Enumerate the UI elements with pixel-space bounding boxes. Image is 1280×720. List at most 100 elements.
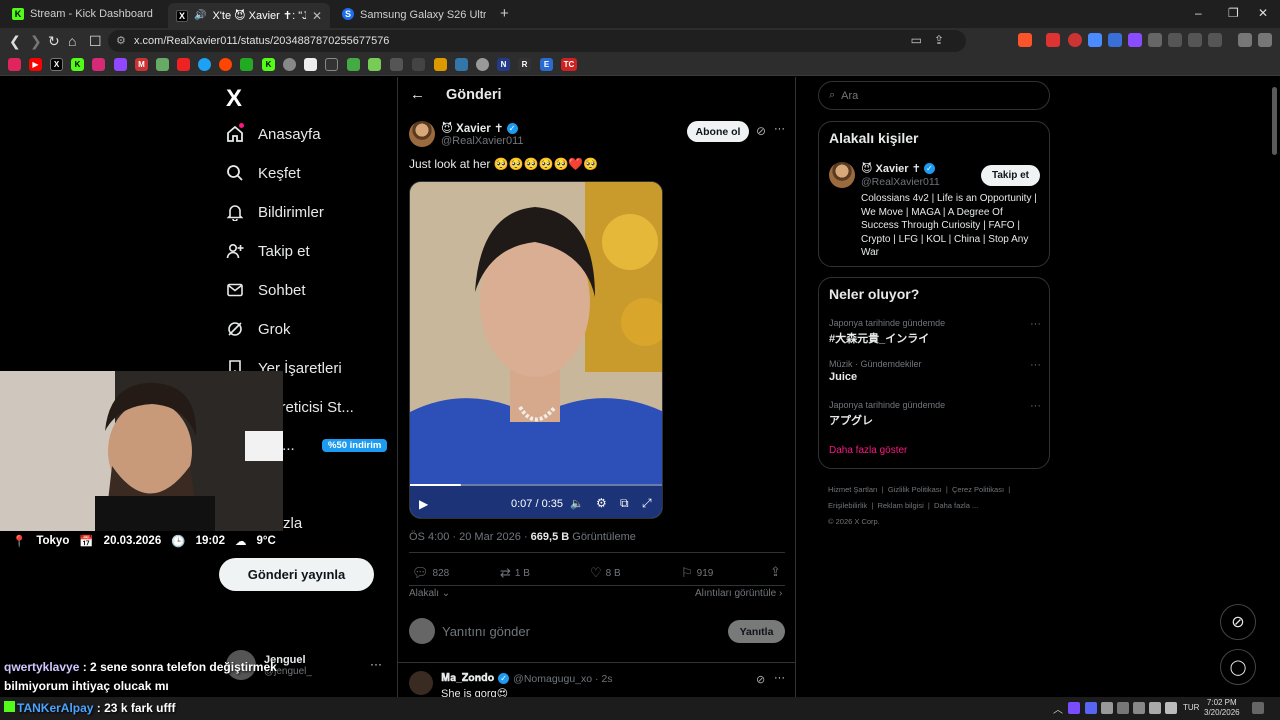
reply-button[interactable]: Yanıtla: [728, 620, 785, 643]
share-icon[interactable]: ⇪: [934, 33, 944, 47]
twitch-icon[interactable]: [114, 58, 127, 71]
gmail-icon[interactable]: M: [135, 58, 148, 71]
bookmark-icon[interactable]: R: [518, 58, 531, 71]
like-action[interactable]: ♡ 8 B: [590, 565, 621, 581]
bookmark-icon[interactable]: [434, 58, 447, 71]
bookmark-icon[interactable]: [476, 58, 489, 71]
reply-author-row[interactable]: 𝐌𝐚_𝐙𝐨𝐧𝐝𝐨 ✓ @Nomagugu_xo · 2s: [441, 672, 613, 685]
fullscreen-icon[interactable]: ⤢: [642, 496, 652, 511]
bookmark-icon[interactable]: E: [540, 58, 553, 71]
search-box[interactable]: ⌕ Ara: [818, 81, 1050, 110]
bookmark-icon[interactable]: [455, 58, 468, 71]
tab-x-post[interactable]: X 🔊 X'te 😈 Xavier ✝: "Just look at ✕: [168, 3, 330, 28]
bookmark-icon[interactable]: [240, 58, 253, 71]
bookmark-icon[interactable]: [283, 58, 296, 71]
bookmark-icon[interactable]: [156, 58, 169, 71]
notification-center-icon[interactable]: [1252, 702, 1264, 714]
bookmark-page-icon[interactable]: ☐: [89, 33, 102, 50]
kick-icon[interactable]: K: [262, 58, 275, 71]
bookmark-icon[interactable]: [412, 58, 425, 71]
download-icon[interactable]: [1208, 33, 1222, 47]
play-icon[interactable]: ▶: [419, 497, 428, 511]
close-icon[interactable]: ✕: [312, 9, 322, 23]
x-icon[interactable]: X: [50, 58, 63, 71]
volume-icon[interactable]: 🔈: [570, 497, 584, 510]
grok-float-button[interactable]: ⊘: [1220, 604, 1256, 640]
youtube-icon[interactable]: ▶: [29, 58, 42, 71]
trend-item[interactable]: Japonya tarihinde gündemde #大森元貴_インライ ··…: [829, 318, 1041, 346]
forward-icon[interactable]: ❯: [30, 33, 42, 50]
x-logo[interactable]: X: [226, 85, 242, 113]
media-icon[interactable]: [1238, 33, 1252, 47]
nav-notifications[interactable]: Bildirimler: [226, 203, 324, 221]
cast-icon[interactable]: ▭: [911, 33, 922, 47]
sidebar-icon[interactable]: [1168, 33, 1182, 47]
close-window-button[interactable]: ✕: [1258, 6, 1268, 20]
link-icon[interactable]: [1188, 33, 1202, 47]
bookmark-icon[interactable]: [325, 58, 338, 71]
extensions-icon[interactable]: [1148, 33, 1162, 47]
follow-button[interactable]: Takip et: [981, 165, 1040, 186]
trend-item[interactable]: Japonya tarihinde gündemde アプグレ ···: [829, 400, 1041, 428]
post-timestamp[interactable]: ÖS 4:00 · 20 Mar 2026 ·: [409, 531, 531, 543]
repost-action[interactable]: ⇄ 1 B: [500, 565, 530, 581]
bookmark-icon[interactable]: [390, 58, 403, 71]
tab-kick-dashboard[interactable]: K Stream - Kick Dashboard: [4, 3, 169, 25]
site-info-icon[interactable]: ⚙: [116, 34, 126, 47]
more-icon[interactable]: ···: [1030, 400, 1041, 412]
taskbar-clock[interactable]: 7:02 PM 3/20/2026: [1204, 698, 1240, 718]
tray-chevron-icon[interactable]: ︿: [1053, 701, 1063, 716]
footer-link[interactable]: Hizmet Şartları: [828, 485, 878, 494]
person-name-row[interactable]: 😈 Xavier ✝ ✓: [861, 162, 935, 175]
address-bar[interactable]: ⚙ x.com/RealXavier011/status/20348878702…: [108, 30, 966, 52]
search-input[interactable]: Ara: [841, 90, 858, 102]
more-icon[interactable]: ···: [1030, 359, 1041, 371]
bookmark-icon[interactable]: [347, 58, 360, 71]
more-icon[interactable]: ···: [774, 672, 785, 684]
volume-icon[interactable]: [1165, 702, 1177, 714]
kick-icon[interactable]: K: [71, 58, 84, 71]
account-more-icon[interactable]: ···: [370, 657, 382, 671]
footer-link[interactable]: Gizlilik Politikası: [888, 485, 942, 494]
reddit-icon[interactable]: [219, 58, 232, 71]
show-more-link[interactable]: Daha fazla göster: [829, 445, 907, 456]
menu-icon[interactable]: [1258, 33, 1272, 47]
subscribe-button[interactable]: Abone ol: [687, 121, 749, 142]
reload-icon[interactable]: ↻: [48, 33, 60, 50]
pip-icon[interactable]: ⧉: [620, 496, 629, 511]
reply-action[interactable]: 💬︎ 828: [412, 565, 449, 581]
bookmark-icon[interactable]: [177, 58, 190, 71]
minimize-button[interactable]: –: [1195, 6, 1202, 20]
author-name-row[interactable]: 😈 Xavier ✝ ✓: [441, 121, 518, 135]
bookmark-icon[interactable]: N: [497, 58, 510, 71]
nav-grok[interactable]: Grok: [226, 320, 291, 338]
reply-input[interactable]: Yanıtını gönder: [442, 624, 530, 639]
footer-link[interactable]: Daha fazla ...: [934, 501, 978, 510]
chat-float-button[interactable]: ◯: [1220, 649, 1256, 685]
extension-icon[interactable]: [1068, 33, 1082, 47]
sort-dropdown[interactable]: Alakalı ⌄: [409, 588, 450, 599]
tray-icon[interactable]: [1101, 702, 1113, 714]
more-icon[interactable]: ···: [1030, 318, 1041, 330]
bookmark-icon[interactable]: [304, 58, 317, 71]
bookmark-action[interactable]: ⚐ 919: [681, 565, 713, 581]
bookmark-icon[interactable]: [368, 58, 381, 71]
microphone-icon[interactable]: [1149, 702, 1161, 714]
video-player[interactable]: ▶ 0:07 / 0:35 🔈 ⚙ ⧉ ⤢: [409, 181, 663, 519]
tray-icon[interactable]: [1117, 702, 1129, 714]
restore-button[interactable]: ❐: [1228, 6, 1239, 20]
back-icon[interactable]: ❮: [9, 33, 21, 50]
nav-chat[interactable]: Sohbet: [226, 281, 306, 299]
audio-icon[interactable]: 🔊: [194, 10, 206, 21]
language-indicator[interactable]: TUR: [1183, 703, 1199, 712]
new-tab-button[interactable]: +: [500, 5, 509, 22]
person-handle[interactable]: @RealXavier011: [861, 176, 940, 188]
view-quotes-link[interactable]: Alıntıları görüntüle ›: [695, 588, 782, 599]
bookmark-icon[interactable]: [8, 58, 21, 71]
author-handle[interactable]: @RealXavier011: [441, 135, 524, 147]
page-scrollbar[interactable]: [1272, 87, 1277, 155]
footer-link[interactable]: Erişilebilirlik: [828, 501, 867, 510]
extension-icon[interactable]: [1088, 33, 1102, 47]
footer-link[interactable]: Çerez Politikası: [952, 485, 1004, 494]
brave-shield-icon[interactable]: [1018, 33, 1032, 47]
